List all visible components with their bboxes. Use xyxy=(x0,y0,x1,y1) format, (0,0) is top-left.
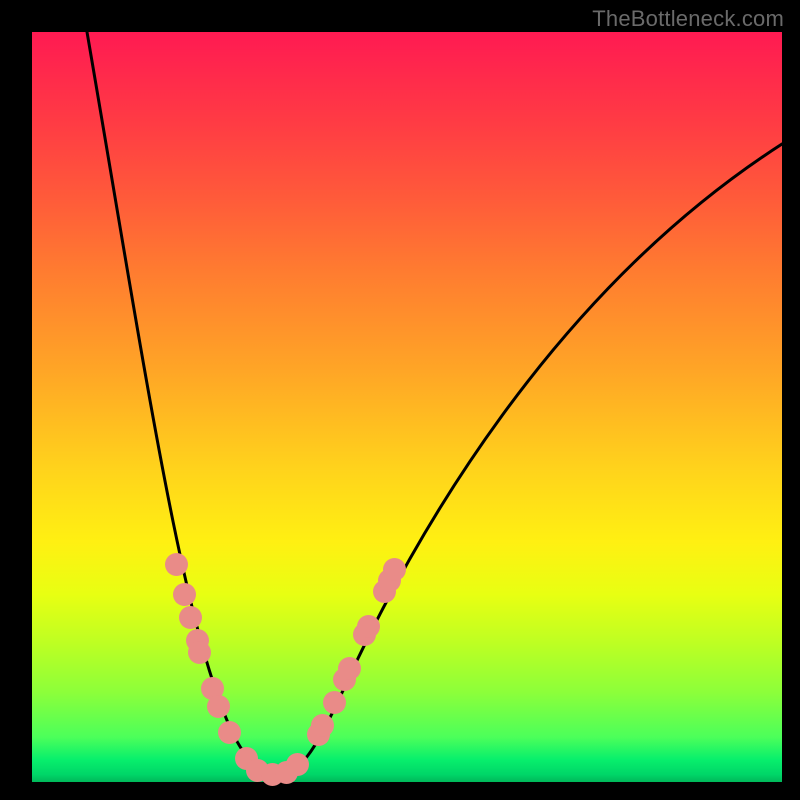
curve-path xyxy=(87,32,782,774)
data-marker xyxy=(173,583,196,606)
data-marker xyxy=(207,695,230,718)
data-marker xyxy=(286,753,309,776)
plot-area xyxy=(32,32,782,782)
data-marker xyxy=(383,558,406,581)
watermark-text: TheBottleneck.com xyxy=(592,6,784,32)
data-marker xyxy=(311,714,334,737)
chart-stage: TheBottleneck.com xyxy=(0,0,800,800)
data-marker xyxy=(323,691,346,714)
data-marker xyxy=(179,606,202,629)
data-marker xyxy=(357,615,380,638)
bottleneck-curve xyxy=(32,32,782,782)
data-marker xyxy=(165,553,188,576)
data-marker xyxy=(188,641,211,664)
data-marker xyxy=(338,657,361,680)
data-marker xyxy=(218,721,241,744)
